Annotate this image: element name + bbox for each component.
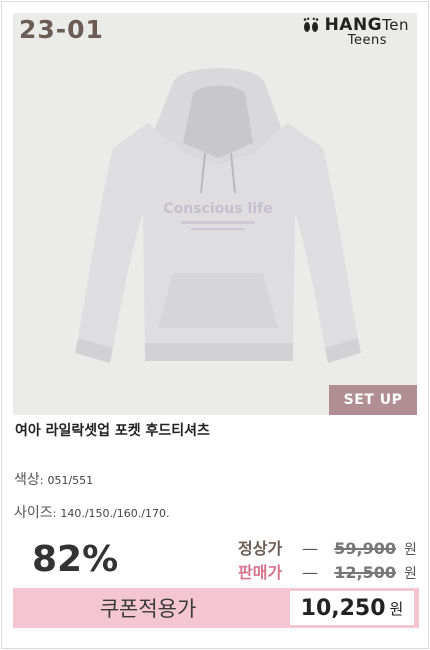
price-unit: 원 — [404, 542, 417, 558]
regular-price-label: 정상가 — [238, 539, 283, 558]
brand-subtitle: Teens — [347, 33, 387, 48]
regular-price-row: 정상가 — 59,900 원 — [238, 535, 417, 559]
regular-price-amount: 59,900 — [334, 539, 396, 558]
brand-logo: HANGTen Teens — [301, 15, 409, 48]
product-card[interactable]: 23-01 HANGTen Teens Conscious life SET U… — [1, 1, 429, 649]
color-label: 색상 — [14, 472, 40, 488]
product-code: 23-01 — [19, 15, 104, 44]
coupon-label: 쿠폰적용가 — [99, 597, 197, 621]
coupon-price-box: 10,250 원 — [288, 589, 416, 627]
coupon-price-bar[interactable]: 쿠폰적용가 10,250 원 — [13, 588, 419, 628]
product-name[interactable]: 여아 라일락셋업 포켓 후드티셔츠 — [15, 420, 210, 440]
hoodie-print-text: Conscious life — [163, 201, 272, 217]
brand-name: HANGTen — [324, 15, 409, 35]
coupon-unit: 원 — [389, 599, 404, 618]
color-value: 051/551 — [47, 474, 94, 487]
hoodie-photo: Conscious life — [75, 68, 361, 363]
size-value: 140./150./160./170. — [60, 507, 170, 520]
price-dash: — — [302, 563, 318, 582]
feet-icon — [303, 17, 318, 32]
set-up-badge: SET UP — [329, 385, 417, 415]
price-dash: — — [302, 539, 318, 558]
size-label: 사이즈 — [14, 505, 53, 521]
discount-rate: 82% — [32, 539, 119, 580]
spec-size: 사이즈 : 140./150./160./170. — [14, 502, 169, 522]
sale-price-label: 판매가 — [238, 563, 283, 582]
sale-price-amount: 12,500 — [334, 563, 396, 582]
product-image[interactable]: 23-01 HANGTen Teens Conscious life SET U… — [13, 13, 417, 415]
price-unit: 원 — [404, 566, 417, 582]
coupon-price: 10,250 — [300, 595, 386, 621]
spec-color: 색상 : 051/551 — [14, 469, 93, 489]
sale-price-row: 판매가 — 12,500 원 — [238, 559, 417, 583]
